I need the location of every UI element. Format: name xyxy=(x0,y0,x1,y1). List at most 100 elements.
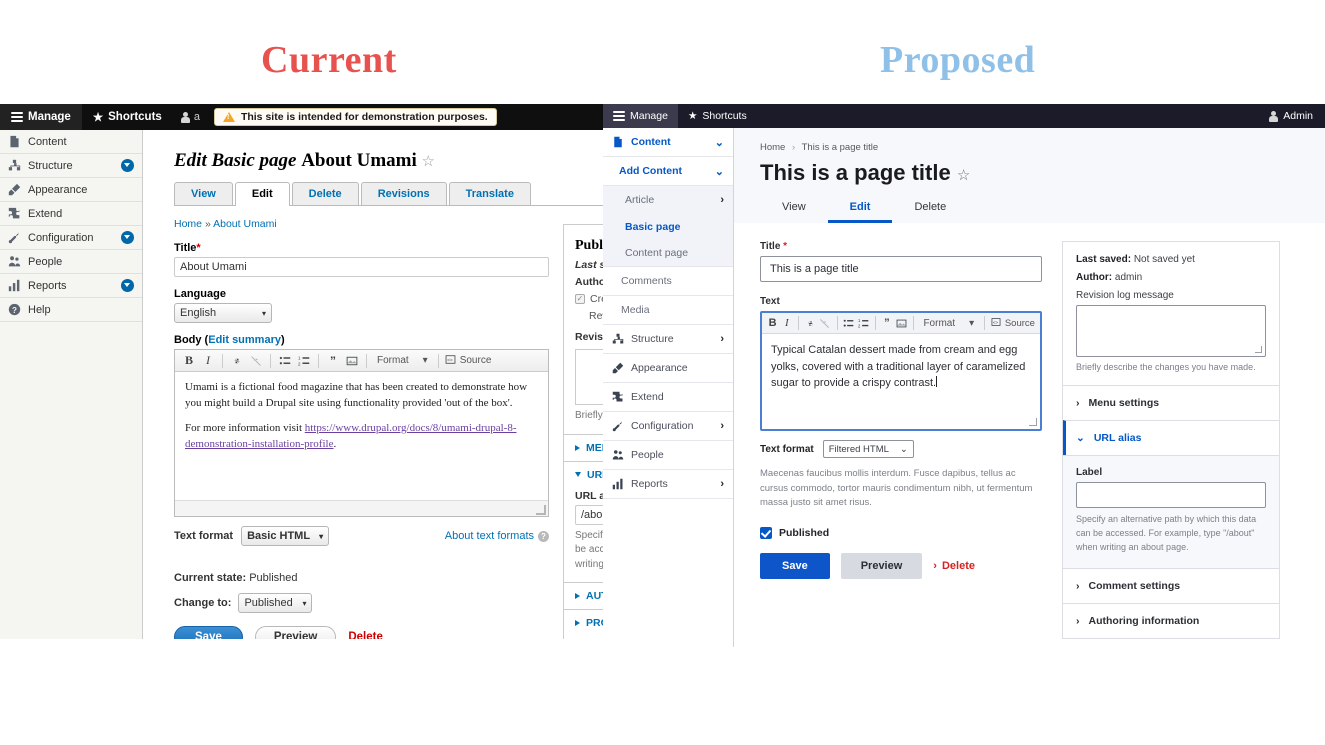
text-format-select[interactable]: Basic HTML ▾ xyxy=(241,526,330,546)
sidebar-item-content-page[interactable]: Content page xyxy=(603,240,733,267)
chevron-down-icon[interactable] xyxy=(121,231,134,244)
source-button[interactable]: <> Source xyxy=(445,354,491,368)
sidebar-item-structure[interactable]: Structure xyxy=(0,154,142,178)
sidebar-item-configuration[interactable]: Configuration xyxy=(0,226,142,250)
toolbar-manage-button[interactable]: Manage xyxy=(603,104,678,128)
sidebar-item-article[interactable]: Article › xyxy=(603,186,733,213)
tab-delete[interactable]: Delete xyxy=(291,182,359,205)
sidebar-item-basic-page[interactable]: Basic page xyxy=(603,213,733,240)
format-dropdown[interactable]: Format ▾ xyxy=(919,318,978,329)
proposed-main: Home › This is a page title This is a pa… xyxy=(734,128,1325,647)
numbered-list-icon[interactable]: 12 xyxy=(296,353,312,369)
tab-edit[interactable]: Edit xyxy=(234,182,290,206)
breadcrumb-current[interactable]: This is a page title xyxy=(802,142,879,153)
breadcrumb-home[interactable]: Home xyxy=(760,142,785,153)
body-editable-area[interactable]: Umami is a fictional food magazine that … xyxy=(175,372,548,500)
chevron-right-icon[interactable]: › xyxy=(720,420,724,432)
sidebar-item-media[interactable]: Media xyxy=(603,296,733,325)
chevron-right-icon[interactable]: › xyxy=(720,478,724,490)
toolbar-manage-button[interactable]: Manage xyxy=(0,104,82,130)
sidebar-item-configuration[interactable]: Configuration › xyxy=(603,412,733,441)
sidebar-item-reports[interactable]: Reports xyxy=(0,274,142,298)
required-marker: * xyxy=(196,242,201,254)
bulleted-list-icon[interactable] xyxy=(277,353,293,369)
source-button[interactable]: <> Source xyxy=(991,317,1035,330)
edit-summary-link[interactable]: Edit summary xyxy=(208,334,281,346)
sidebar-item-people[interactable]: People xyxy=(0,250,142,274)
accordion-comment-settings[interactable]: › Comment settings xyxy=(1063,567,1279,603)
tab-delete[interactable]: Delete xyxy=(892,196,968,223)
link-icon[interactable] xyxy=(805,315,816,331)
published-checkbox-row[interactable]: Published xyxy=(760,527,1042,540)
meta-accordion-promotion[interactable]: PROMOTI xyxy=(564,609,607,636)
sidebar-item-reports[interactable]: Reports › xyxy=(603,470,733,499)
bold-icon[interactable]: B xyxy=(767,315,778,331)
chevron-right-icon[interactable]: › xyxy=(720,333,724,345)
meta-accordion-url-alias[interactable]: URL ALIA xyxy=(564,460,607,488)
editor-resize-handle[interactable] xyxy=(175,500,548,516)
preview-button[interactable]: Preview xyxy=(254,626,337,639)
text-format-select[interactable]: Filtered HTML ⌄ xyxy=(822,440,914,458)
sidebar-item-appearance[interactable]: Appearance xyxy=(0,178,142,202)
numbered-list-icon[interactable]: 12 xyxy=(857,315,868,331)
bulleted-list-icon[interactable] xyxy=(843,315,854,331)
accordion-url-alias[interactable]: ⌄ URL alias xyxy=(1063,420,1279,455)
tab-edit[interactable]: Edit xyxy=(827,196,893,223)
accordion-menu-settings[interactable]: › Menu settings xyxy=(1063,385,1279,420)
chevron-down-icon[interactable]: ⌄ xyxy=(715,165,724,178)
tab-view[interactable]: View xyxy=(760,196,828,223)
accordion-authoring-information[interactable]: › Authoring information xyxy=(1063,602,1279,638)
blockquote-icon[interactable]: ” xyxy=(881,315,892,331)
title-input[interactable] xyxy=(174,257,549,277)
delete-link[interactable]: Delete xyxy=(348,631,383,639)
chevron-down-icon[interactable]: ⌄ xyxy=(715,136,724,149)
breadcrumb-current[interactable]: About Umami xyxy=(213,218,277,230)
url-alias-input[interactable] xyxy=(1076,482,1266,508)
sidebar-item-add-content[interactable]: Add Content ⌄ xyxy=(603,157,733,186)
text-cursor xyxy=(936,376,938,387)
sidebar-item-help[interactable]: ? Help xyxy=(0,298,142,322)
breadcrumb-home[interactable]: Home xyxy=(174,218,202,230)
tab-view[interactable]: View xyxy=(174,182,233,205)
sidebar-item-appearance[interactable]: Appearance xyxy=(603,354,733,383)
revision-log-textarea[interactable] xyxy=(1076,305,1266,357)
italic-icon[interactable]: I xyxy=(200,353,216,369)
image-icon[interactable] xyxy=(896,315,907,331)
language-select[interactable]: English ▾ xyxy=(174,303,272,323)
sidebar-item-people[interactable]: People xyxy=(603,441,733,470)
link-icon[interactable] xyxy=(229,353,245,369)
tab-translate[interactable]: Translate xyxy=(448,182,531,205)
toolbar-shortcuts-button[interactable]: ★ Shortcuts xyxy=(82,104,173,130)
chevron-down-icon[interactable] xyxy=(121,159,134,172)
title-input[interactable] xyxy=(760,256,1042,282)
save-button[interactable]: Save xyxy=(760,553,830,580)
toolbar-shortcuts-button[interactable]: ★ Shortcuts xyxy=(678,104,757,128)
text-editable-area[interactable]: Typical Catalan dessert made from cream … xyxy=(762,334,1040,429)
sidebar-item-comments[interactable]: Comments xyxy=(603,267,733,296)
chevron-right-icon[interactable]: › xyxy=(720,194,724,206)
sidebar-item-extend[interactable]: Extend xyxy=(0,202,142,226)
sidebar-label: Help xyxy=(28,303,51,316)
sidebar-item-structure[interactable]: Structure › xyxy=(603,325,733,354)
change-to-select[interactable]: Published ▾ xyxy=(238,593,313,613)
delete-link[interactable]: › Delete xyxy=(933,560,975,572)
save-button[interactable]: Save xyxy=(174,626,243,639)
sidebar-item-content[interactable]: Content xyxy=(0,130,142,154)
meta-accordion-authoring[interactable]: AUTHORI xyxy=(564,582,607,609)
star-outline-icon[interactable]: ☆ xyxy=(422,154,435,170)
bold-icon[interactable]: B xyxy=(181,353,197,369)
chevron-down-icon[interactable] xyxy=(121,279,134,292)
image-icon[interactable] xyxy=(344,353,360,369)
sidebar-item-content[interactable]: Content ⌄ xyxy=(603,128,733,157)
meta-accordion-menu-settings[interactable]: MENU SE xyxy=(564,433,607,461)
sidebar-item-extend[interactable]: Extend xyxy=(603,383,733,412)
toolbar-user-button[interactable]: a xyxy=(173,111,208,123)
star-outline-icon[interactable]: ☆ xyxy=(957,167,970,184)
italic-icon[interactable]: I xyxy=(781,315,792,331)
format-dropdown[interactable]: Format ▾ xyxy=(373,355,432,366)
toolbar-admin-button[interactable]: Admin xyxy=(1269,110,1325,122)
tab-revisions[interactable]: Revisions xyxy=(360,182,447,205)
about-text-formats-link[interactable]: About text formats ? xyxy=(445,530,549,542)
preview-button[interactable]: Preview xyxy=(840,553,923,580)
blockquote-icon[interactable]: ” xyxy=(325,353,341,369)
